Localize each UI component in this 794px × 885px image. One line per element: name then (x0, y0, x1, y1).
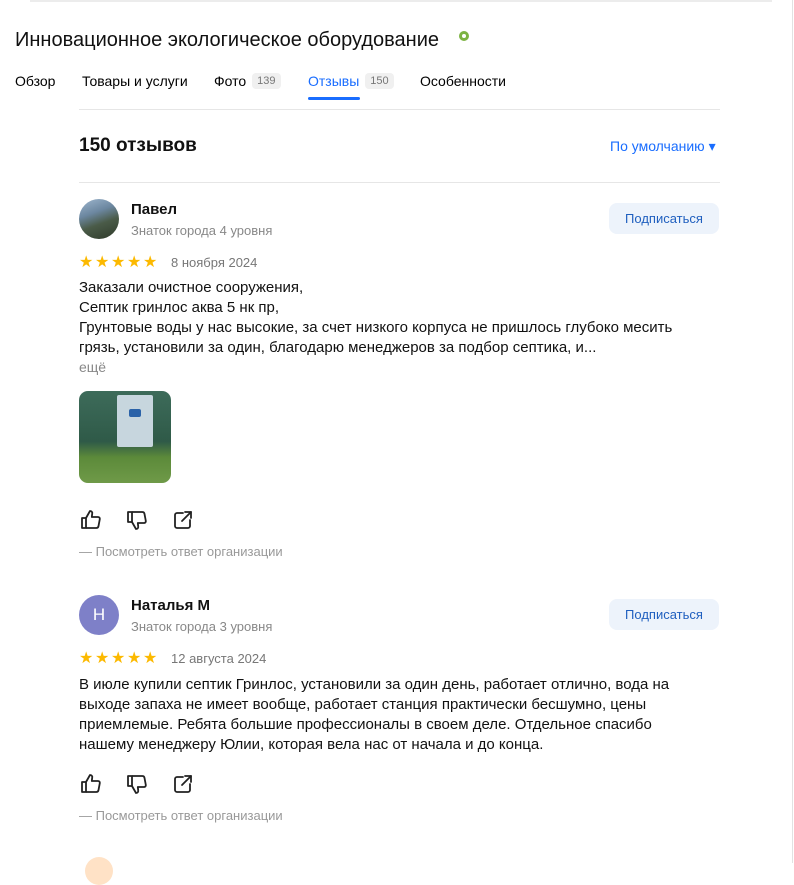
star-icon: ★ (111, 254, 126, 271)
brand-label-image (129, 409, 141, 417)
review-date: 12 августа 2024 (171, 651, 267, 666)
review-actions (79, 772, 209, 796)
review-text-line: В июле купили септик Гринлос, установили… (79, 676, 670, 693)
subscribe-button[interactable]: Подписаться (609, 599, 719, 630)
more-link[interactable]: ещё (79, 359, 106, 375)
view-org-answer-link[interactable]: — Посмотреть ответ организации (79, 808, 283, 823)
subscribe-button[interactable]: Подписаться (609, 203, 719, 234)
thumbs-up-icon[interactable] (79, 508, 103, 532)
review-text-line: грязь, установили за один, благодарю мен… (79, 339, 597, 356)
tab-label: Отзывы (308, 73, 360, 89)
tab-count: 139 (252, 73, 281, 89)
review-author[interactable]: Наталья М (131, 597, 210, 614)
tab-reviews[interactable]: Отзывы 150 (308, 72, 394, 90)
review-text-line: приемлемые. Ребята большие профессионалы… (79, 716, 652, 733)
review-card: Н Наталья М Знаток города 3 уровня Подпи… (79, 595, 720, 830)
star-icon: ★ (111, 650, 126, 667)
verified-icon (459, 31, 469, 41)
rating-stars: ★ ★ ★ ★ ★ (79, 650, 161, 667)
avatar[interactable] (85, 857, 113, 885)
star-icon: ★ (143, 254, 158, 271)
rating-stars: ★ ★ ★ ★ ★ (79, 254, 161, 271)
thumbs-down-icon[interactable] (125, 508, 149, 532)
star-icon: ★ (79, 254, 94, 271)
review-photo[interactable] (79, 391, 171, 483)
tab-count: 150 (365, 73, 394, 89)
share-icon[interactable] (171, 508, 195, 532)
active-tab-indicator (308, 97, 360, 100)
divider (79, 109, 720, 110)
tab-label: Фото (214, 73, 247, 89)
star-icon: ★ (95, 650, 110, 667)
tab-label: Товары и услуги (82, 73, 188, 89)
review-text: Заказали очистное сооружения, Септик гри… (79, 278, 720, 358)
review-date: 8 ноября 2024 (171, 255, 258, 270)
scrollbar-edge (792, 0, 793, 863)
review-text-line: нашему менеджеру Юлии, которая вела нас … (79, 736, 544, 753)
review-text-line: Септик гринлос аква 5 нк пр, (79, 299, 280, 316)
tab-label: Обзор (15, 73, 56, 89)
review-author[interactable]: Павел (131, 201, 177, 218)
star-icon: ★ (143, 650, 158, 667)
star-icon: ★ (127, 650, 142, 667)
review-text-line: Грунтовые воды у нас высокие, за счет ни… (79, 319, 673, 336)
review-card: Павел Знаток города 4 уровня Подписаться… (79, 199, 720, 564)
septic-unit-image (117, 395, 153, 447)
reviews-count-heading: 150 отзывов (79, 135, 197, 156)
share-icon[interactable] (171, 772, 195, 796)
author-level: Знаток города 4 уровня (131, 223, 273, 238)
divider (79, 182, 720, 183)
review-actions (79, 508, 209, 532)
thumbs-up-icon[interactable] (79, 772, 103, 796)
top-divider (30, 0, 772, 2)
page-title: Инновационное экологическое оборудование (15, 29, 440, 51)
review-text: В июле купили септик Гринлос, установили… (79, 675, 720, 755)
sort-dropdown[interactable]: По умолчанию ▾ (610, 138, 716, 155)
tab-label: Особенности (420, 73, 506, 89)
review-text-line: Заказали очистное сооружения, (79, 279, 304, 296)
tab-overview[interactable]: Обзор (15, 72, 55, 90)
star-icon: ★ (127, 254, 142, 271)
thumbs-down-icon[interactable] (125, 772, 149, 796)
review-text-line: выходе запаха не имеет вообще, работает … (79, 696, 647, 713)
author-level: Знаток города 3 уровня (131, 619, 273, 634)
tab-features[interactable]: Особенности (420, 72, 506, 90)
tab-goods-services[interactable]: Товары и услуги (82, 72, 188, 90)
star-icon: ★ (79, 650, 94, 667)
tab-photos[interactable]: Фото 139 (214, 72, 281, 90)
avatar[interactable] (79, 199, 119, 239)
avatar[interactable]: Н (79, 595, 119, 635)
view-org-answer-link[interactable]: — Посмотреть ответ организации (79, 544, 283, 559)
star-icon: ★ (95, 254, 110, 271)
